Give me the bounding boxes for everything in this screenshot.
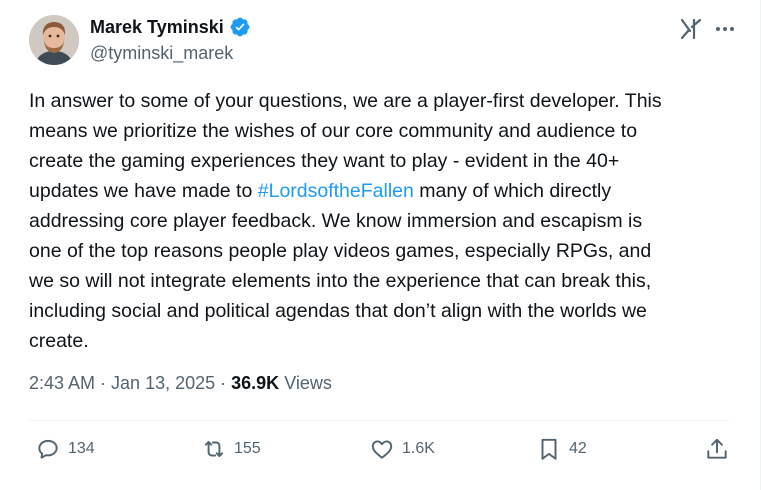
more-dot (723, 27, 727, 31)
tweet-line: In answer to some of your questions, we … (29, 90, 662, 112)
heart-icon (371, 440, 393, 459)
views-count: 36.9K (231, 373, 280, 393)
author-handle[interactable]: @tyminski_marek (90, 43, 233, 64)
bookmark-count: 42 (569, 440, 587, 457)
display-name[interactable]: Marek Tyminski (90, 17, 224, 38)
avatar[interactable] (29, 15, 79, 65)
separator-dot: · (215, 373, 232, 393)
bookmark-icon (541, 438, 557, 460)
separator-dot: · (95, 373, 112, 393)
tweet-time[interactable]: 2:43 AM (29, 373, 95, 393)
tweet-line: addressing core player feedback. We know… (29, 210, 643, 232)
tweet-line: create the gaming experiences they want … (29, 150, 620, 172)
tweet-line: we so will not integrate elements into t… (29, 270, 652, 292)
tweet-text-segment: many of which directly (413, 180, 612, 202)
tweet-metadata: 2:43 AM · Jan 13, 2025 · 36.9K Views (29, 373, 332, 394)
repost-icon (204, 440, 224, 458)
more-dot (716, 27, 720, 31)
tweet-text: In answer to some of your questions, we … (29, 86, 744, 356)
tweet-line-with-hashtag: updates we have made to #LordsoftheFalle… (29, 176, 744, 206)
reply-count: 134 (68, 440, 95, 457)
like-button[interactable]: 1.6K (369, 434, 435, 464)
tweet-date[interactable]: Jan 13, 2025 (111, 373, 215, 393)
share-icon (707, 438, 727, 459)
tweet-line: means we prioritize the wishes of our co… (29, 120, 638, 142)
tweet-line: create. (29, 330, 89, 352)
reply-icon (38, 439, 58, 459)
repost-button[interactable]: 155 (201, 434, 261, 464)
views-label: Views (279, 373, 332, 393)
author-name-row: Marek Tyminski (90, 16, 251, 38)
like-count: 1.6K (402, 440, 435, 457)
more-options-icon[interactable] (712, 17, 738, 41)
reply-button[interactable]: 134 (35, 434, 95, 464)
grok-icon[interactable] (679, 17, 703, 41)
hashtag-link[interactable]: #LordsoftheFallen (258, 180, 414, 202)
repost-count: 155 (234, 440, 261, 457)
tweet-card: Marek Tyminski @tyminski_marek In answer… (0, 0, 761, 490)
verified-badge-icon[interactable] (229, 16, 251, 38)
bookmark-button[interactable]: 42 (536, 434, 587, 464)
more-dot (730, 27, 734, 31)
divider (29, 420, 729, 421)
avatar-image (29, 15, 79, 65)
share-button[interactable] (704, 434, 730, 464)
tweet-text-segment: updates we have made to (29, 180, 258, 202)
tweet-line: including social and political agendas t… (29, 300, 647, 322)
tweet-line: one of the top reasons people play video… (29, 240, 652, 262)
